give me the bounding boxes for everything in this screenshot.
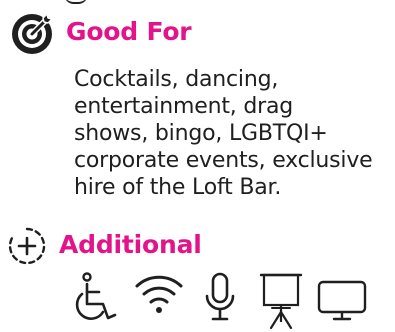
previous-section-edge [64,0,88,4]
good-for-description: Cocktails, dancing, entertainment, drag … [74,67,373,200]
amenity-item [194,272,246,326]
wheelchair-accessible-icon [75,272,117,320]
monitor-icon [317,280,367,321]
plus-circle-icon [8,227,46,265]
additional-title: Additional [59,229,202,259]
amenity-item [72,272,124,326]
amenities-row [72,272,377,332]
wifi-icon [135,275,183,313]
good-for-title: Good For [66,16,192,46]
projector-screen-icon [259,273,303,330]
good-for-header: Good For [10,12,192,56]
amenity-item [133,272,185,326]
target-icon [12,13,53,54]
amenity-item [316,272,368,326]
microphone-icon [205,272,235,321]
additional-header: Additional [7,226,202,266]
amenity-item [255,272,307,330]
